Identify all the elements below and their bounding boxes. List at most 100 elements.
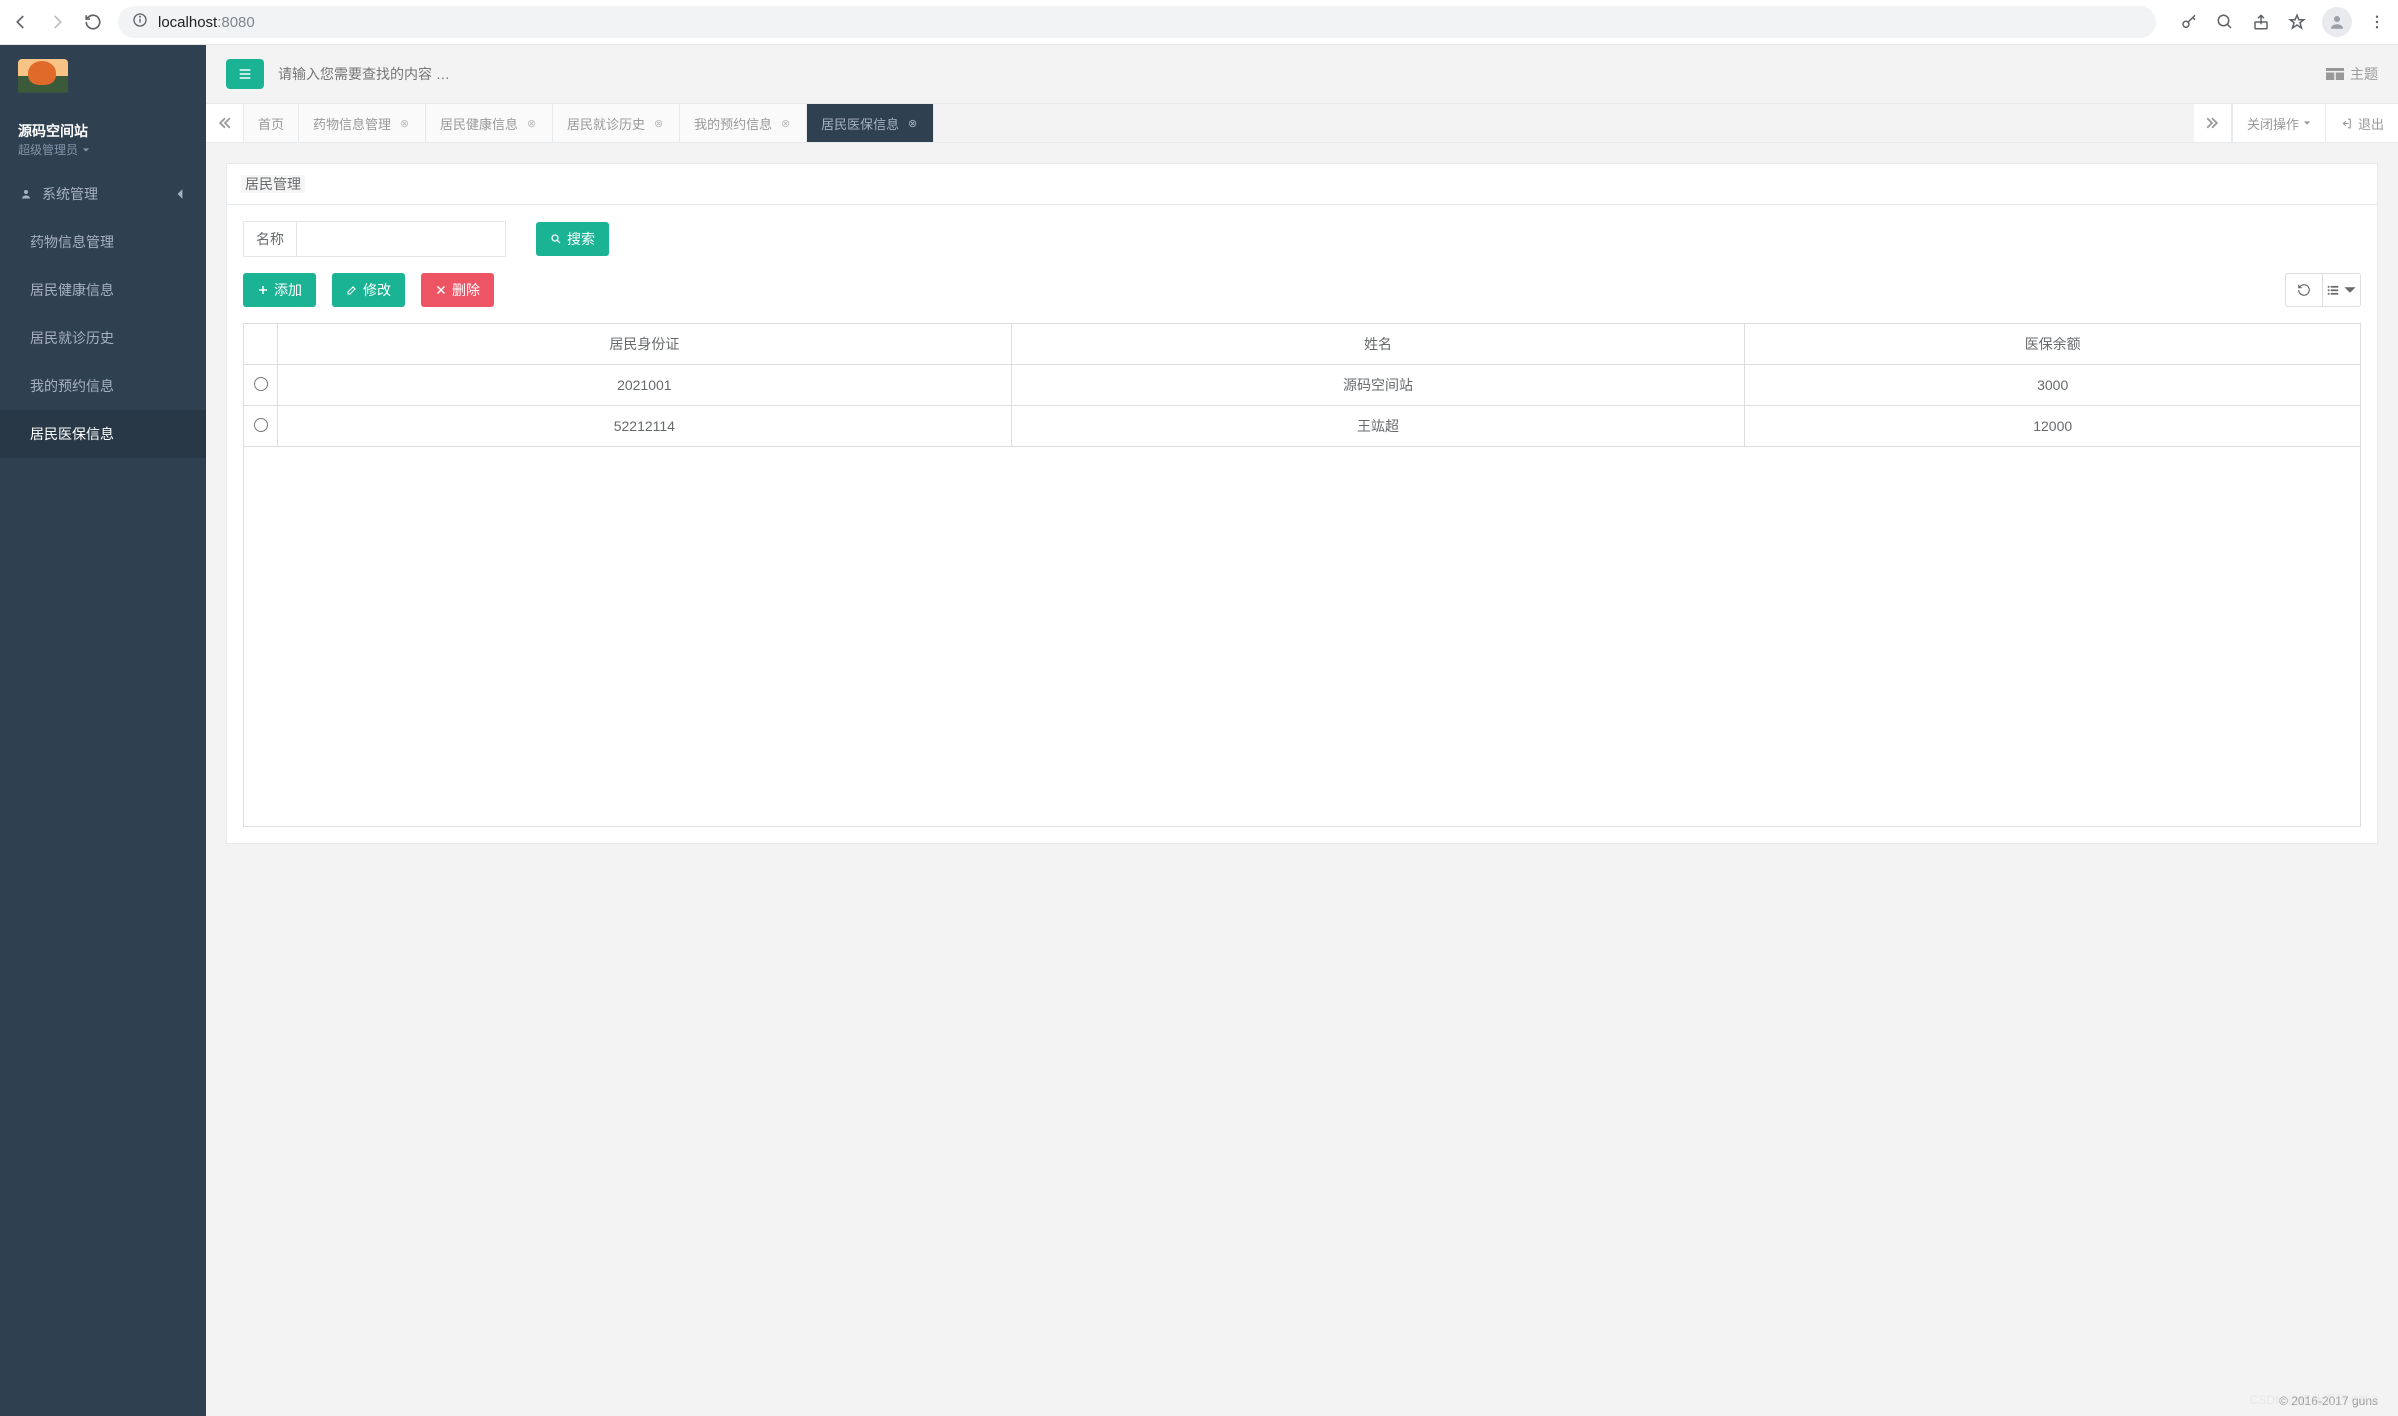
close-icon[interactable]: ⊗ xyxy=(398,117,411,130)
sidebar-item-label: 药物信息管理 xyxy=(30,232,114,252)
tab-visit-history[interactable]: 居民就诊历史 ⊗ xyxy=(553,104,680,142)
table-row[interactable]: 2021001 源码空间站 3000 xyxy=(244,365,2361,406)
theme-label: 主题 xyxy=(2350,64,2378,84)
caret-down-icon xyxy=(2343,283,2357,297)
delete-button[interactable]: 删除 xyxy=(421,273,494,307)
button-label: 搜索 xyxy=(567,229,595,249)
panel: 居民管理 名称 搜索 xyxy=(226,163,2378,844)
cell-name: 王竑超 xyxy=(1011,406,1745,447)
tab-medication[interactable]: 药物信息管理⊗ xyxy=(299,104,426,142)
site-name: 源码空间站 xyxy=(18,121,188,141)
sidebar-item-label: 我的预约信息 xyxy=(30,376,114,396)
caret-down-icon xyxy=(2303,119,2311,127)
close-icon[interactable]: ⊗ xyxy=(779,117,792,130)
tab-label: 居民就诊历史 xyxy=(567,114,645,133)
cell-name: 源码空间站 xyxy=(1011,365,1745,406)
profile-avatar[interactable] xyxy=(2322,7,2352,37)
address-bar[interactable]: localhost:8080 xyxy=(118,6,2156,38)
tab-reservation[interactable]: 我的预约信息 ⊗ xyxy=(680,104,807,142)
panel-title: 居民管理 xyxy=(241,175,305,193)
col-select xyxy=(244,324,278,365)
name-filter: 名称 xyxy=(243,221,506,257)
main-content: 主题 首页 药物信息管理⊗ 居民健康信息 ⊗ 居民就诊历史 ⊗ 我的预约信息 ⊗ 居民… xyxy=(206,45,2398,1416)
close-icon[interactable]: ⊗ xyxy=(906,117,919,130)
cell-id: 2021001 xyxy=(278,365,1012,406)
sidebar-item-health[interactable]: 居民健康信息 xyxy=(0,266,206,314)
url-port: :8080 xyxy=(217,14,255,31)
url-host: localhost xyxy=(158,14,217,31)
columns-dropdown-button[interactable] xyxy=(2323,273,2361,307)
cell-id: 52212114 xyxy=(278,406,1012,447)
tab-health[interactable]: 居民健康信息 ⊗ xyxy=(426,104,553,142)
reload-button[interactable] xyxy=(82,11,104,33)
x-icon xyxy=(435,284,447,296)
dropdown-label: 关闭操作 xyxy=(2247,114,2299,133)
table-row[interactable]: 52212114 王竑超 12000 xyxy=(244,406,2361,447)
sidebar-section-system[interactable]: 系统管理 xyxy=(0,170,206,218)
sidebar-item-visit-history[interactable]: 居民就诊历史 xyxy=(0,314,206,362)
close-operations-dropdown[interactable]: 关闭操作 xyxy=(2232,104,2325,142)
double-chevron-left-icon xyxy=(219,117,231,129)
panel-title-bar: 居民管理 xyxy=(227,164,2377,205)
back-button[interactable] xyxy=(10,11,32,33)
plus-icon xyxy=(257,284,269,296)
arrow-right-icon xyxy=(48,13,66,31)
tab-label: 我的预约信息 xyxy=(694,114,772,133)
search-button[interactable]: 搜索 xyxy=(536,222,609,256)
cell-balance: 3000 xyxy=(1745,365,2361,406)
logout-label: 退出 xyxy=(2358,114,2384,133)
global-search-input[interactable] xyxy=(278,66,2312,82)
edit-button[interactable]: 修改 xyxy=(332,273,405,307)
tab-home[interactable]: 首页 xyxy=(244,104,299,142)
section-label: 系统管理 xyxy=(42,184,98,204)
col-balance[interactable]: 医保余额 xyxy=(1745,324,2361,365)
row-radio[interactable] xyxy=(254,418,268,432)
star-icon[interactable] xyxy=(2286,11,2308,33)
tab-label: 居民健康信息 xyxy=(440,114,518,133)
tab-label: 首页 xyxy=(258,114,284,133)
field-label: 名称 xyxy=(243,221,296,257)
sidebar-item-reservation[interactable]: 我的预约信息 xyxy=(0,362,206,410)
table-empty-area xyxy=(243,447,2361,827)
refresh-icon xyxy=(2297,283,2311,297)
role-dropdown[interactable]: 超级管理员 xyxy=(18,141,188,158)
tab-label: 居民医保信息 xyxy=(821,114,899,133)
caret-down-icon xyxy=(82,146,90,154)
forward-button[interactable] xyxy=(46,11,68,33)
data-table: 居民身份证 姓名 医保余额 2021001 源码空间站 3000 xyxy=(243,323,2361,447)
theme-button[interactable]: 主题 xyxy=(2326,64,2378,84)
person-icon xyxy=(2328,13,2346,31)
row-radio[interactable] xyxy=(254,377,268,391)
button-label: 删除 xyxy=(452,280,480,300)
tabs-scroll-right[interactable] xyxy=(2194,104,2232,142)
button-label: 添加 xyxy=(274,280,302,300)
col-id[interactable]: 居民身份证 xyxy=(278,324,1012,365)
chevron-left-icon xyxy=(174,188,186,200)
tabs-scroll-left[interactable] xyxy=(206,104,244,142)
avatar xyxy=(18,59,68,115)
edit-icon xyxy=(346,284,358,296)
reload-icon xyxy=(84,13,102,31)
toggle-sidebar-button[interactable] xyxy=(226,59,264,89)
add-button[interactable]: 添加 xyxy=(243,273,316,307)
key-icon[interactable] xyxy=(2178,11,2200,33)
arrow-left-icon xyxy=(12,13,30,31)
share-icon[interactable] xyxy=(2250,11,2272,33)
watermark: CSDN @仅此而已-0788 xyxy=(2250,1391,2378,1408)
name-input[interactable] xyxy=(296,221,506,257)
refresh-table-button[interactable] xyxy=(2285,273,2323,307)
close-icon[interactable]: ⊗ xyxy=(525,117,538,130)
col-name[interactable]: 姓名 xyxy=(1011,324,1745,365)
sidebar-profile: 源码空间站 超级管理员 xyxy=(0,45,206,170)
sidebar: 源码空间站 超级管理员 系统管理 药物信息管理 居民健康信息 居民就诊历史 我的… xyxy=(0,45,206,1416)
logout-button[interactable]: 退出 xyxy=(2325,104,2398,142)
sidebar-item-medication[interactable]: 药物信息管理 xyxy=(0,218,206,266)
sidebar-item-insurance[interactable]: 居民医保信息 xyxy=(0,410,206,458)
close-icon[interactable]: ⊗ xyxy=(652,117,665,130)
menu-icon[interactable] xyxy=(2366,11,2388,33)
zoom-icon[interactable] xyxy=(2214,11,2236,33)
theme-icon xyxy=(2326,67,2344,81)
tabs-bar: 首页 药物信息管理⊗ 居民健康信息 ⊗ 居民就诊历史 ⊗ 我的预约信息 ⊗ 居民医保信… xyxy=(206,103,2398,143)
logout-icon xyxy=(2340,117,2353,130)
tab-insurance[interactable]: 居民医保信息 ⊗ xyxy=(807,104,934,142)
